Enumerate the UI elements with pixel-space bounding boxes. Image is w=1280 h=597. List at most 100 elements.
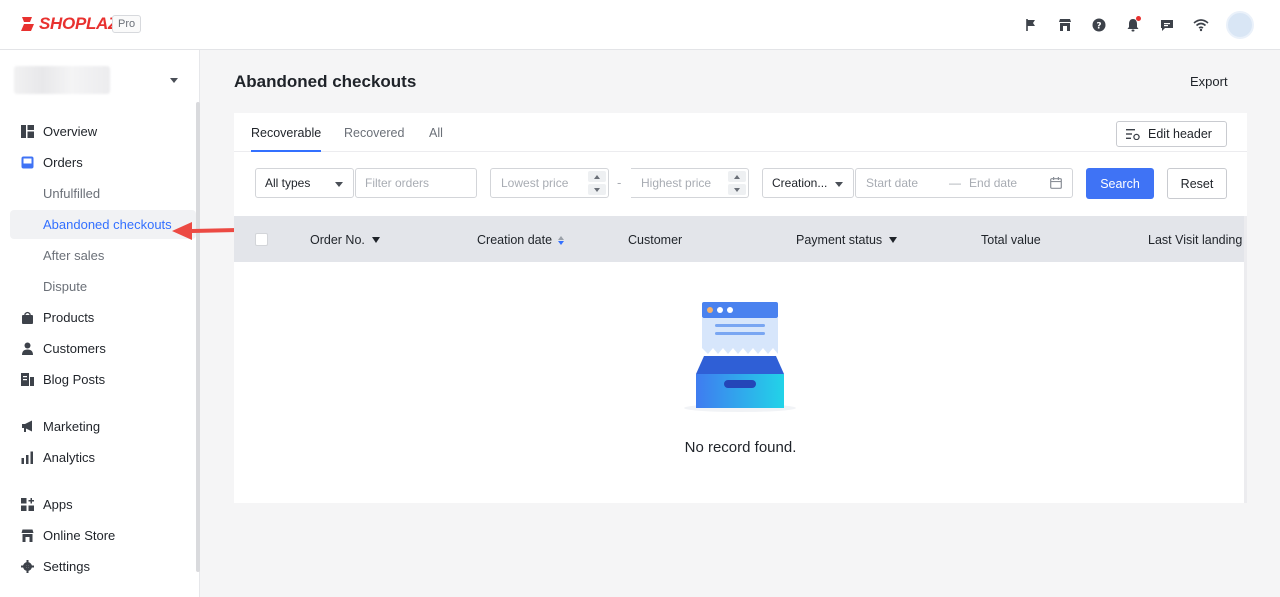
tab-all[interactable]: All	[429, 126, 443, 150]
lowest-price-input[interactable]: Lowest price	[490, 168, 609, 198]
column-payment-status[interactable]: Payment status	[796, 233, 898, 247]
sidebar-item-label: Abandoned checkouts	[43, 217, 172, 232]
sidebar-item-orders[interactable]: Orders	[10, 148, 196, 177]
sidebar-item-label: After sales	[43, 248, 105, 263]
chat-icon[interactable]	[1150, 10, 1184, 40]
wifi-icon[interactable]	[1184, 10, 1218, 40]
column-last-visit-landing: Last Visit landing	[1148, 233, 1242, 247]
column-creation-date[interactable]: Creation date	[477, 233, 565, 247]
decrement-icon[interactable]	[588, 184, 606, 195]
sidebar-item-label: Analytics	[43, 450, 96, 465]
search-button[interactable]: Search	[1086, 168, 1154, 199]
plan-badge: Pro	[112, 15, 142, 33]
chevron-down-icon	[335, 182, 343, 187]
end-date-placeholder[interactable]: End date	[969, 176, 1017, 190]
lowest-price-stepper[interactable]	[588, 171, 606, 195]
sidebar-item-products[interactable]: Products	[10, 303, 196, 332]
increment-icon[interactable]	[588, 171, 606, 182]
sidebar-item-label: Customers	[43, 341, 106, 356]
apps-icon	[20, 498, 34, 512]
sort-icon[interactable]	[558, 235, 565, 245]
filter-orders-input[interactable]: Filter orders	[355, 168, 477, 198]
sidebar-item-blog-posts[interactable]: Blog Posts	[10, 365, 196, 394]
person-icon	[20, 342, 34, 356]
column-label: Creation date	[477, 233, 553, 247]
avatar[interactable]	[1226, 11, 1254, 39]
help-icon[interactable]: ?	[1082, 10, 1116, 40]
sidebar-item-unfulfilled[interactable]: Unfulfilled	[10, 179, 196, 208]
type-select-value: All types	[265, 176, 311, 190]
gear-icon	[20, 560, 34, 574]
type-select[interactable]: All types	[255, 168, 354, 198]
decrement-icon[interactable]	[728, 184, 746, 195]
export-button[interactable]: Export	[1190, 74, 1228, 89]
sidebar-item-dispute[interactable]: Dispute	[10, 272, 196, 301]
column-order-no[interactable]: Order No.	[310, 233, 380, 247]
date-type-select[interactable]: Creation...	[762, 168, 854, 198]
caret-down-icon	[371, 237, 380, 243]
sidebar-item-label: Settings	[43, 559, 90, 574]
table-horizontal-scroll-edge	[1244, 216, 1247, 503]
column-label: Total value	[981, 233, 1041, 247]
sidebar-item-customers[interactable]: Customers	[10, 334, 196, 363]
chevron-down-icon	[835, 182, 843, 187]
blog-icon	[20, 373, 34, 387]
column-label: Payment status	[796, 233, 883, 247]
sidebar-item-abandoned-checkouts[interactable]: Abandoned checkouts	[10, 210, 196, 239]
chevron-down-icon	[170, 78, 178, 83]
lowest-price-placeholder: Lowest price	[501, 176, 569, 190]
store-icon[interactable]	[1048, 10, 1082, 40]
sidebar-item-label: Overview	[43, 124, 98, 139]
store-name-blurred	[14, 66, 110, 94]
sidebar: Overview Orders Unfulfilled Abandoned ch…	[0, 50, 200, 597]
caret-down-icon	[889, 237, 898, 243]
tab-bar: Recoverable Recovered All Edit header	[234, 113, 1247, 152]
sidebar-item-apps[interactable]: Apps	[10, 490, 196, 519]
shoplazza-logo-icon	[21, 17, 34, 31]
sidebar-item-label: Marketing	[43, 419, 101, 434]
highest-price-stepper[interactable]	[728, 171, 746, 195]
edit-header-button[interactable]: Edit header	[1116, 121, 1227, 147]
column-total-value: Total value	[981, 233, 1041, 247]
sidebar-item-marketing[interactable]: Marketing	[10, 412, 196, 441]
price-range-separator: -	[617, 175, 622, 190]
increment-icon[interactable]	[728, 171, 746, 182]
bag-icon	[20, 311, 34, 325]
column-label: Last Visit landing	[1148, 233, 1243, 247]
orders-icon	[20, 156, 34, 170]
select-all-checkbox[interactable]	[255, 233, 268, 246]
column-customer: Customer	[628, 233, 682, 247]
tab-recoverable[interactable]: Recoverable	[251, 126, 322, 152]
bar-chart-icon	[20, 451, 34, 465]
column-label: Customer	[628, 233, 683, 247]
filter-orders-placeholder: Filter orders	[365, 176, 430, 190]
flag-icon[interactable]	[1014, 10, 1048, 40]
sidebar-item-label: Blog Posts	[43, 372, 106, 387]
empty-inbox-illustration	[684, 302, 796, 412]
sidebar-item-after-sales[interactable]: After sales	[10, 241, 196, 270]
sidebar-item-settings[interactable]: Settings	[10, 552, 196, 581]
sidebar-item-label: Orders	[43, 155, 83, 170]
bell-icon[interactable]	[1116, 10, 1150, 40]
reset-button[interactable]: Reset	[1167, 168, 1227, 199]
notification-dot	[1136, 16, 1141, 21]
store-selector[interactable]	[14, 66, 186, 94]
sidebar-scrollbar[interactable]	[196, 102, 200, 572]
tab-recovered[interactable]: Recovered	[344, 126, 404, 150]
date-range-separator: —	[949, 176, 962, 190]
top-bar: SHOPLAZZA Pro ?	[0, 0, 1280, 50]
sidebar-item-label: Dispute	[43, 279, 88, 294]
calendar-icon	[1050, 177, 1062, 189]
start-date-placeholder[interactable]: Start date	[866, 176, 918, 190]
edit-columns-icon	[1126, 129, 1140, 140]
table-header: Order No. Creation date Customer Payment…	[234, 216, 1247, 262]
sidebar-item-online-store[interactable]: Online Store	[10, 521, 196, 550]
date-range-picker[interactable]: Start date — End date	[855, 168, 1073, 198]
sidebar-item-overview[interactable]: Overview	[10, 117, 196, 146]
sidebar-item-label: Unfulfilled	[43, 186, 101, 201]
highest-price-input[interactable]: Highest price	[631, 168, 749, 198]
edit-header-label: Edit header	[1148, 127, 1212, 141]
sidebar-item-label: Apps	[43, 497, 73, 512]
megaphone-icon	[20, 420, 34, 434]
sidebar-item-analytics[interactable]: Analytics	[10, 443, 196, 472]
